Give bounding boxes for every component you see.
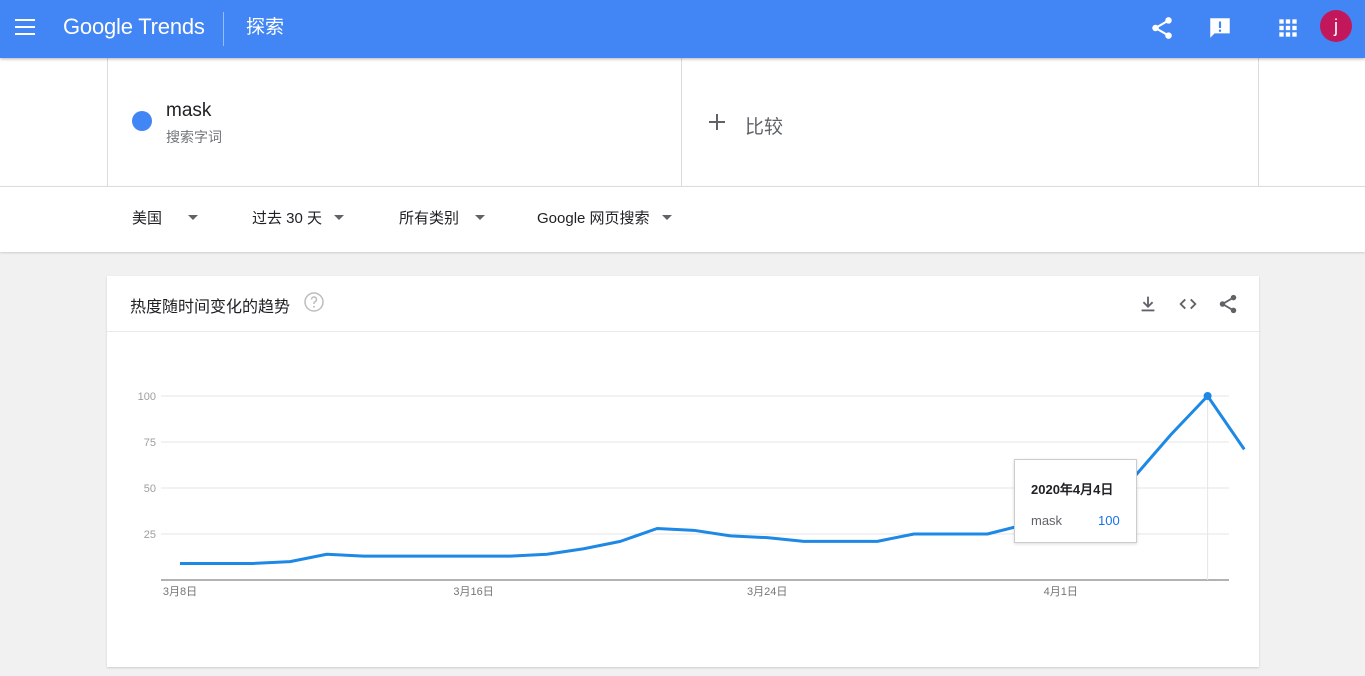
y-tick-label: 25 xyxy=(144,529,156,541)
y-tick-label: 75 xyxy=(144,437,156,449)
google-trends-logo[interactable]: Google Trends xyxy=(63,12,205,42)
tooltip-value: 100 xyxy=(1098,513,1120,528)
interest-over-time-card: 热度随时间变化的趋势 100 75 50 25 3月8日 3月16日 3月24日 4月1日 2… xyxy=(107,276,1259,667)
category-dropdown[interactable]: 所有类别 xyxy=(399,209,486,229)
filter-bar: 美国 过去 30 天 所有类别 Google 网页搜索 xyxy=(0,186,1365,252)
apps-grid-icon[interactable] xyxy=(1275,15,1301,41)
term-type: 搜索字词 xyxy=(166,129,222,145)
term-color-dot xyxy=(132,111,152,131)
tooltip-term: mask xyxy=(1031,513,1063,528)
term-name[interactable]: mask xyxy=(166,100,211,122)
tooltip-date: 2020年4月4日 xyxy=(1031,482,1114,497)
x-tick-label: 3月16日 xyxy=(453,586,493,598)
region-dropdown[interactable]: 美国 xyxy=(132,209,199,229)
search-type-dropdown[interactable]: Google 网页搜索 xyxy=(537,209,672,229)
compare-label: 比较 xyxy=(745,117,784,138)
divider xyxy=(223,12,224,46)
menu-icon[interactable] xyxy=(15,19,35,35)
time-range-label: 过去 30 天 xyxy=(252,210,323,227)
x-tick-label: 4月1日 xyxy=(1044,586,1078,598)
top-app-bar: Google Trends 探索 j xyxy=(0,0,1365,58)
chart-tooltip: 2020年4月4日 mask 100 xyxy=(1014,459,1137,543)
chevron-down-icon xyxy=(334,214,345,220)
time-range-dropdown[interactable]: 过去 30 天 xyxy=(252,209,345,229)
compare-button[interactable]: 比较 xyxy=(682,58,1259,186)
chevron-down-icon xyxy=(661,214,672,220)
x-tick-label: 3月8日 xyxy=(163,586,197,598)
y-tick-label: 50 xyxy=(144,483,156,495)
plus-icon xyxy=(709,114,725,130)
chevron-down-icon xyxy=(188,214,199,220)
share-icon[interactable] xyxy=(1149,15,1175,41)
feedback-icon[interactable] xyxy=(1207,15,1233,41)
account-avatar[interactable]: j xyxy=(1320,10,1352,42)
search-type-label: Google 网页搜索 xyxy=(537,210,650,227)
category-label: 所有类别 xyxy=(399,210,460,227)
search-term-card[interactable]: mask 搜索字词 xyxy=(107,58,682,186)
x-tick-label: 3月24日 xyxy=(747,586,787,598)
highlight-point xyxy=(1203,392,1212,400)
page-title: 探索 xyxy=(246,17,285,38)
search-terms-bar: mask 搜索字词 比较 xyxy=(0,58,1365,186)
y-tick-label: 100 xyxy=(138,391,156,403)
chevron-down-icon xyxy=(475,214,486,220)
region-label: 美国 xyxy=(132,210,163,227)
